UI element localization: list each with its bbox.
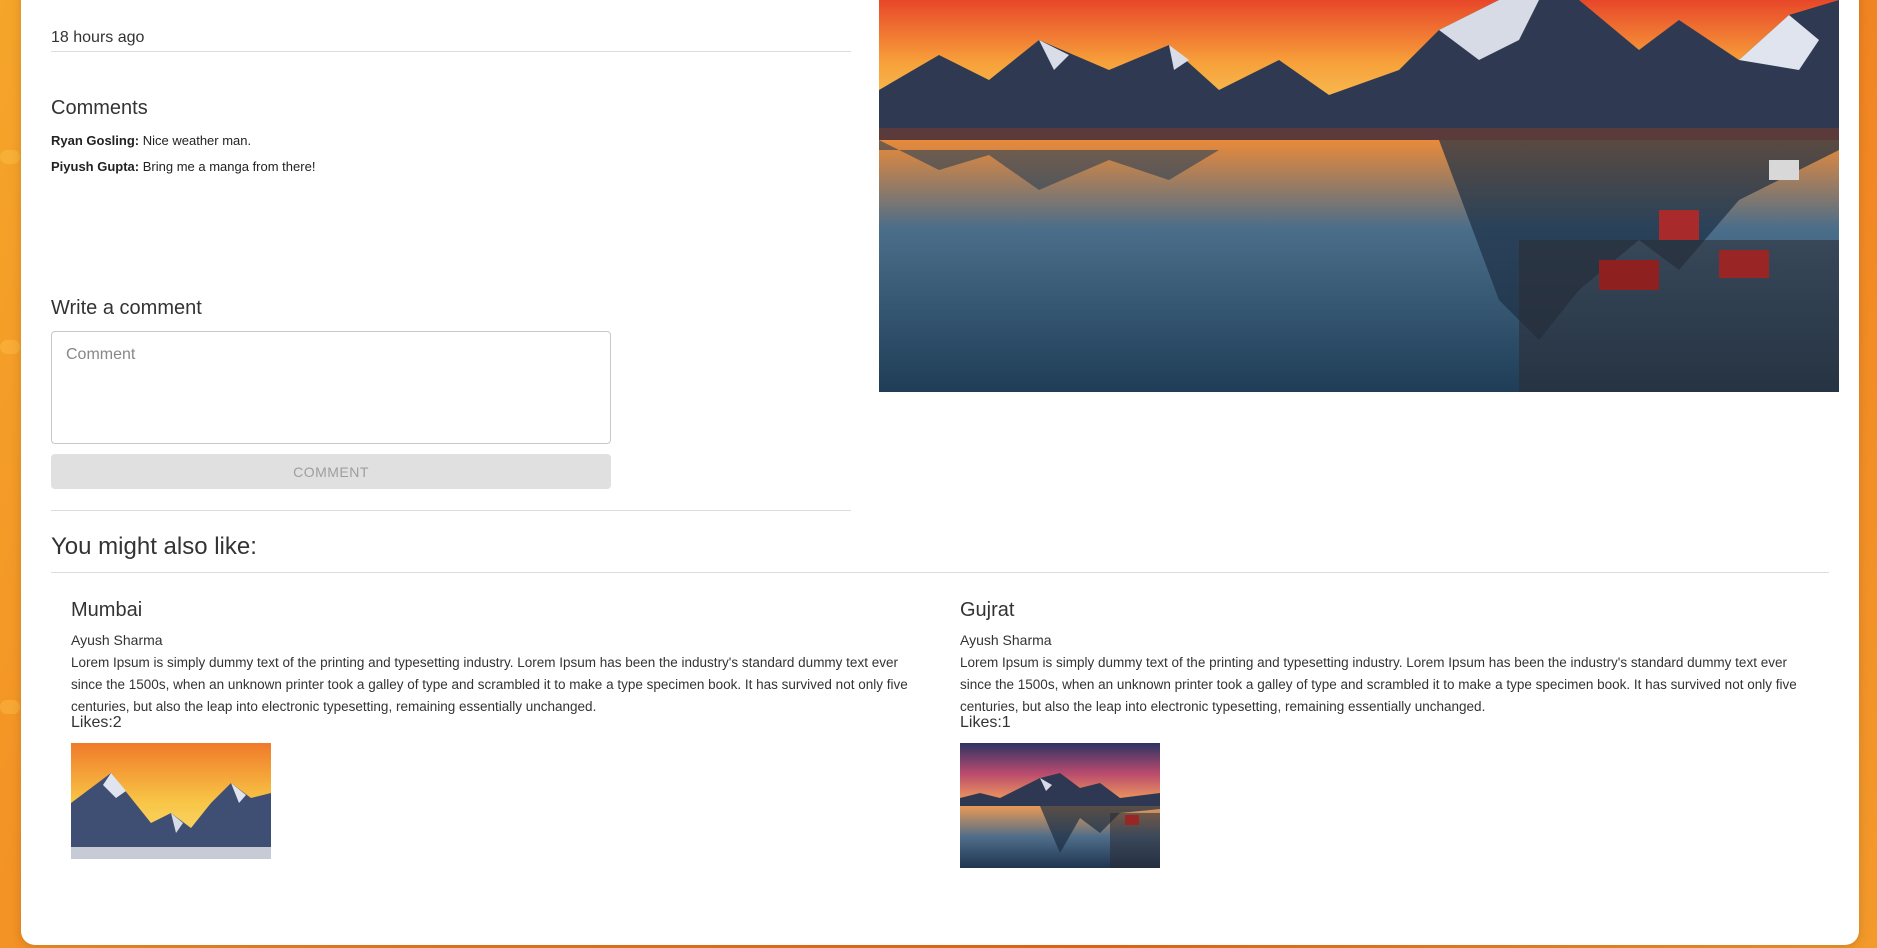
- post-hero-image: [879, 0, 1839, 412]
- recommendations-heading: You might also like:: [51, 533, 257, 560]
- recommendation-thumbnail[interactable]: [960, 743, 1160, 868]
- recommendation-title[interactable]: Gujrat: [960, 599, 1014, 622]
- recommendation-author: Ayush Sharma: [960, 632, 1052, 648]
- divider: [51, 510, 851, 511]
- divider: [51, 51, 851, 52]
- comment-author: Piyush Gupta:: [51, 159, 140, 174]
- comment-text: Bring me a manga from there!: [139, 159, 316, 174]
- background-decoration: [0, 150, 20, 164]
- comment-item: Piyush Gupta: Bring me a manga from ther…: [51, 159, 315, 174]
- comment-text: Nice weather man.: [139, 133, 252, 148]
- divider: [51, 572, 1829, 573]
- background-decoration: [0, 700, 20, 714]
- post-card: 18 hours ago Comments Ryan Gosling: Nice…: [21, 0, 1859, 945]
- recommendation-author: Ayush Sharma: [71, 632, 163, 648]
- comments-heading: Comments: [51, 97, 148, 119]
- background-decoration: [0, 340, 20, 354]
- recommendation-description: Lorem Ipsum is simply dummy text of the …: [960, 655, 1797, 714]
- recommendation-likes: Likes:1: [960, 714, 1011, 731]
- post-time: 18 hours ago: [51, 29, 145, 46]
- comment-item: Ryan Gosling: Nice weather man.: [51, 133, 251, 148]
- write-comment-heading: Write a comment: [51, 297, 202, 319]
- recommendation-thumbnail[interactable]: [71, 743, 271, 859]
- comment-submit-button[interactable]: COMMENT: [51, 454, 611, 489]
- recommendation-likes: Likes:2: [71, 714, 122, 731]
- recommendation-description: Lorem Ipsum is simply dummy text of the …: [71, 655, 908, 714]
- comment-author: Ryan Gosling:: [51, 133, 140, 148]
- comment-input[interactable]: [51, 331, 611, 444]
- recommendation-title[interactable]: Mumbai: [71, 599, 142, 622]
